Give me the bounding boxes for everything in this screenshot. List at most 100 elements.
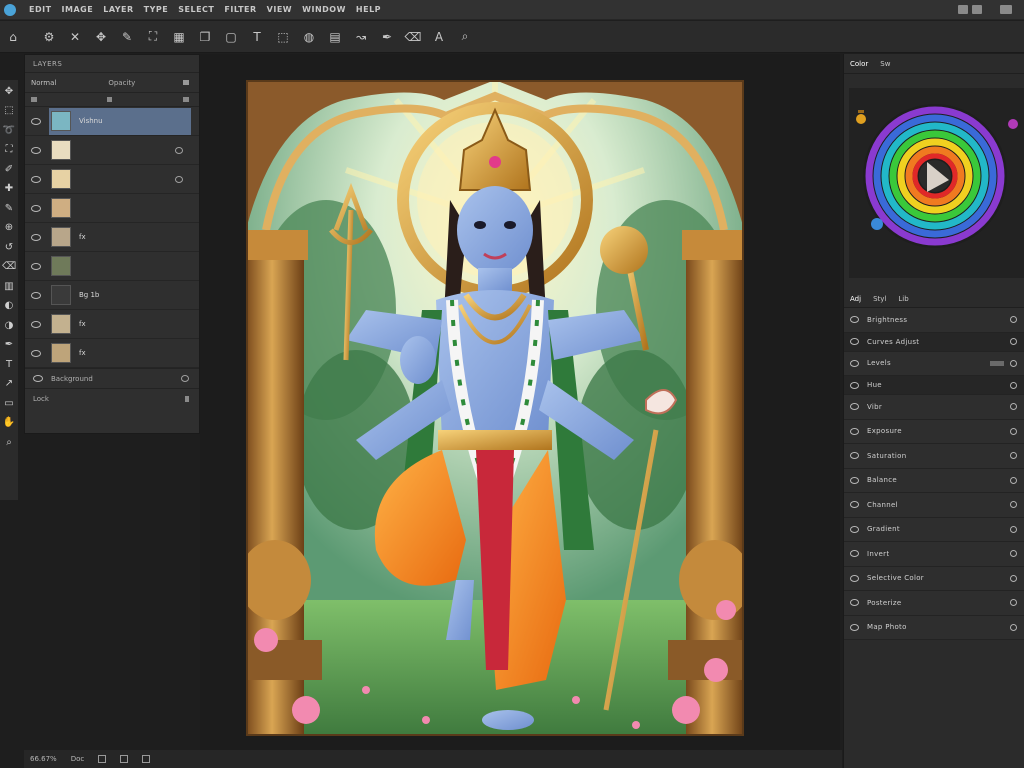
move-tool-icon[interactable]: ✥ <box>2 84 16 98</box>
visibility-eye-icon[interactable] <box>31 291 41 299</box>
crop-icon[interactable]: ⛶ <box>144 28 162 46</box>
adjustment-row[interactable]: Vibr <box>844 395 1024 420</box>
artwork-image[interactable] <box>246 80 744 736</box>
layer-body[interactable] <box>49 137 191 164</box>
blend-mode-select[interactable]: Normal <box>31 79 56 87</box>
blur-tool-icon[interactable]: ◐ <box>2 299 16 313</box>
zoom-icon[interactable]: ⌕ <box>456 28 474 46</box>
canvas-area[interactable] <box>200 54 840 750</box>
brush-tool-icon[interactable]: ✎ <box>2 201 16 215</box>
eraser-icon[interactable]: ⌫ <box>404 28 422 46</box>
adjustment-row[interactable]: Posterize <box>844 591 1024 616</box>
lasso-tool-icon[interactable]: ➰ <box>2 123 16 137</box>
visibility-eye-icon[interactable] <box>850 501 859 509</box>
minimize-icon[interactable] <box>958 5 968 14</box>
type-tool-icon[interactable]: T <box>2 357 16 371</box>
visibility-eye-icon[interactable] <box>33 375 43 382</box>
layer-row[interactable]: fx <box>25 223 199 252</box>
layer-body[interactable] <box>49 166 191 193</box>
layer-body[interactable]: Bg 1b <box>49 282 191 309</box>
options-icon[interactable] <box>1010 501 1017 509</box>
layer-body[interactable] <box>49 195 191 222</box>
heal-tool-icon[interactable]: ✚ <box>2 182 16 196</box>
adjust-tab-2[interactable]: Lib <box>898 295 908 303</box>
visibility-eye-icon[interactable] <box>850 623 859 631</box>
zoom-tool-icon[interactable]: ⌕ <box>2 435 16 449</box>
layers-icon[interactable]: ❐ <box>196 28 214 46</box>
menu-item-5[interactable]: FILTER <box>219 5 261 14</box>
visibility-eye-icon[interactable] <box>31 349 41 357</box>
gear-icon[interactable]: ⚙ <box>40 28 58 46</box>
adjustment-row[interactable]: Channel <box>844 493 1024 518</box>
visibility-eye-icon[interactable] <box>850 427 859 435</box>
options-icon[interactable] <box>1010 359 1017 367</box>
visibility-eye-icon[interactable] <box>850 316 859 324</box>
layer-style-icon[interactable] <box>175 146 183 154</box>
menu-item-4[interactable]: SELECT <box>173 5 219 14</box>
maximize-icon[interactable] <box>972 5 982 14</box>
visibility-eye-icon[interactable] <box>31 146 41 154</box>
layer-row[interactable]: Bg 1b <box>25 281 199 310</box>
visibility-eye-icon[interactable] <box>850 550 859 558</box>
options-icon[interactable] <box>1010 623 1017 631</box>
eraser-tool-icon[interactable]: ⌫ <box>2 260 16 274</box>
options-icon[interactable] <box>1010 338 1017 345</box>
pen-tool-icon[interactable]: ✒ <box>2 338 16 352</box>
options-icon[interactable] <box>1010 525 1017 533</box>
visibility-eye-icon[interactable] <box>31 262 41 270</box>
stamp-tool-icon[interactable]: ⊕ <box>2 221 16 235</box>
visibility-eye-icon[interactable] <box>850 381 859 389</box>
adjustment-row[interactable]: Levels <box>844 351 1024 376</box>
layer-style-icon[interactable] <box>175 175 183 183</box>
brush-icon[interactable]: ✎ <box>118 28 136 46</box>
menu-item-0[interactable]: EDIT <box>24 5 57 14</box>
layer-row[interactable] <box>25 165 199 194</box>
adjustment-row[interactable]: Hue <box>844 376 1024 395</box>
menu-item-2[interactable]: LAYER <box>98 5 138 14</box>
adjustment-row[interactable]: Curves Adjust <box>844 332 1024 352</box>
layer-row[interactable]: fx <box>25 339 199 368</box>
adjustment-row[interactable]: Gradient <box>844 517 1024 542</box>
close-window-icon[interactable] <box>1000 5 1012 14</box>
eyedropper-tool-icon[interactable]: ✐ <box>2 162 16 176</box>
layer-row[interactable] <box>25 194 199 223</box>
text-icon[interactable]: A <box>430 28 448 46</box>
dodge-tool-icon[interactable]: ◑ <box>2 318 16 332</box>
options-icon[interactable] <box>1010 316 1017 324</box>
options-icon[interactable] <box>1010 574 1017 582</box>
link-icon[interactable] <box>107 97 112 102</box>
visibility-eye-icon[interactable] <box>31 233 41 241</box>
lock-icon[interactable] <box>183 80 189 85</box>
home-icon[interactable]: ⌂ <box>4 28 22 46</box>
fx-icon[interactable] <box>181 375 189 382</box>
color-tab-1[interactable]: Sw <box>880 60 890 68</box>
visibility-eye-icon[interactable] <box>31 175 41 183</box>
menu-item-6[interactable]: VIEW <box>262 5 297 14</box>
shape-tool-icon[interactable]: ▭ <box>2 396 16 410</box>
options-icon[interactable] <box>1010 381 1017 389</box>
new-layer-icon[interactable] <box>183 97 189 102</box>
options-icon[interactable] <box>1010 403 1017 411</box>
visibility-eye-icon[interactable] <box>31 204 41 212</box>
visibility-eye-icon[interactable] <box>850 403 859 411</box>
adjustment-row[interactable]: Map Photo <box>844 615 1024 640</box>
menu-item-8[interactable]: HELP <box>351 5 386 14</box>
marquee-tool-icon[interactable]: ⬚ <box>2 104 16 118</box>
adjustment-row[interactable]: Invert <box>844 542 1024 567</box>
type-icon[interactable]: T <box>248 28 266 46</box>
visibility-eye-icon[interactable] <box>850 338 859 345</box>
layer-row[interactable]: fx <box>25 310 199 339</box>
visibility-eye-icon[interactable] <box>850 452 859 460</box>
adjust-tab-1[interactable]: Styl <box>873 295 886 303</box>
options-icon[interactable] <box>1010 427 1017 435</box>
crop-tool-icon[interactable]: ⛶ <box>2 143 16 157</box>
options-icon[interactable] <box>1010 599 1017 607</box>
grid-icon[interactable]: ▦ <box>170 28 188 46</box>
layer-body[interactable]: fx <box>49 311 191 338</box>
zoom-level[interactable]: 66.67% <box>30 755 57 763</box>
layer-row[interactable]: Vishnu <box>25 107 199 136</box>
visibility-eye-icon[interactable] <box>850 599 859 607</box>
frame-icon[interactable]: ▢ <box>222 28 240 46</box>
visibility-eye-icon[interactable] <box>850 359 859 367</box>
layer-body[interactable] <box>49 253 191 280</box>
